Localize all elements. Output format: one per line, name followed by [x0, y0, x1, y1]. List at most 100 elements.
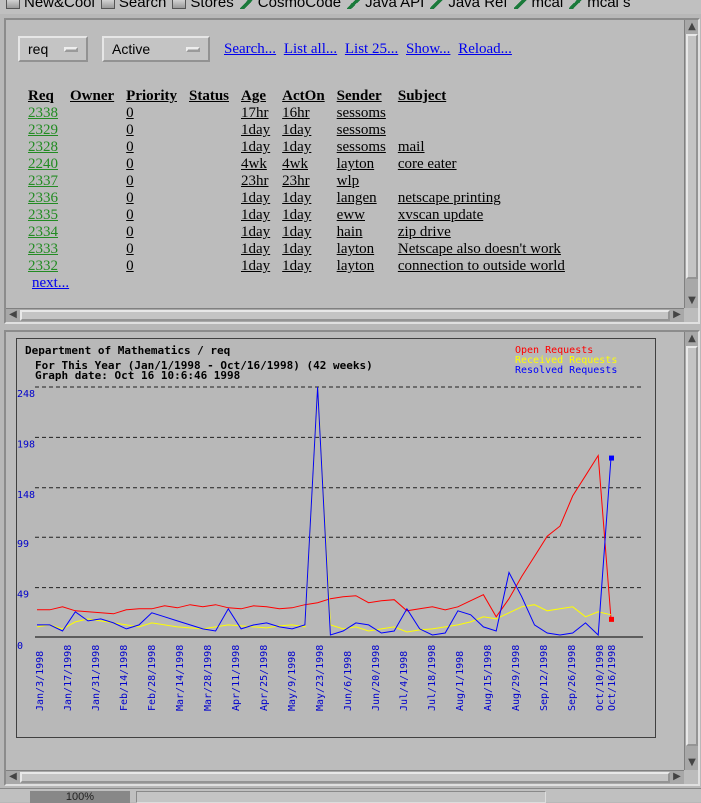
- vertical-scrollbar[interactable]: ▲ ▼: [684, 332, 698, 770]
- toolbar-item[interactable]: Java API: [347, 0, 424, 10]
- cell-req[interactable]: 2240: [28, 156, 70, 173]
- scroll-down-icon[interactable]: ▼: [686, 295, 698, 307]
- cell-subject[interactable]: zip drive: [398, 224, 577, 241]
- cell-req[interactable]: 2333: [28, 241, 70, 258]
- cell-subject[interactable]: netscape printing: [398, 190, 577, 207]
- toolbar-item[interactable]: Java Ref: [430, 0, 508, 10]
- cell-sender[interactable]: sessoms: [337, 139, 398, 156]
- navigator-icon[interactable]: [575, 790, 593, 802]
- cell-priority[interactable]: 0: [126, 258, 189, 275]
- cell-acton[interactable]: 16hr: [282, 105, 337, 122]
- scroll-left-icon[interactable]: ◀: [7, 771, 19, 783]
- col-sender-header[interactable]: Sender: [337, 88, 398, 105]
- cell-req[interactable]: 2332: [28, 258, 70, 275]
- toolbar-item[interactable]: Stores: [172, 0, 234, 10]
- scroll-thumb[interactable]: [20, 310, 670, 321]
- cell-priority[interactable]: 0: [126, 190, 189, 207]
- cell-age[interactable]: 1day: [241, 241, 282, 258]
- cell-sender[interactable]: layton: [337, 241, 398, 258]
- composer-icon[interactable]: [670, 790, 688, 802]
- cell-subject[interactable]: core eater: [398, 156, 577, 173]
- cell-acton[interactable]: 1day: [282, 207, 337, 224]
- mail-icon[interactable]: [605, 790, 623, 802]
- list-all-link[interactable]: List all...: [284, 41, 337, 57]
- cell-acton[interactable]: 1day: [282, 241, 337, 258]
- toolbar-item[interactable]: CosmoCode: [239, 0, 341, 10]
- cell-acton[interactable]: 1day: [282, 139, 337, 156]
- queue-select[interactable]: req: [18, 36, 88, 62]
- cell-sender[interactable]: sessoms: [337, 105, 398, 122]
- cell-sender[interactable]: hain: [337, 224, 398, 241]
- horizontal-scrollbar[interactable]: ◀ ▶: [6, 770, 684, 784]
- scroll-right-icon[interactable]: ▶: [671, 771, 683, 783]
- scroll-down-icon[interactable]: ▼: [686, 757, 698, 769]
- scroll-thumb[interactable]: [686, 346, 698, 746]
- cell-sender[interactable]: sessoms: [337, 122, 398, 139]
- next-page-link[interactable]: next...: [32, 275, 69, 292]
- toolbar-item[interactable]: Search: [100, 0, 166, 10]
- cell-acton[interactable]: 1day: [282, 190, 337, 207]
- cell-age[interactable]: 1day: [241, 224, 282, 241]
- cell-priority[interactable]: 0: [126, 122, 189, 139]
- cell-priority[interactable]: 0: [126, 105, 189, 122]
- show-link[interactable]: Show...: [406, 41, 450, 57]
- cell-age[interactable]: 4wk: [241, 156, 282, 173]
- col-acton-header[interactable]: ActOn: [282, 88, 337, 105]
- vertical-scrollbar[interactable]: ▲ ▼: [684, 20, 698, 308]
- cell-priority[interactable]: 0: [126, 241, 189, 258]
- cell-req[interactable]: 2336: [28, 190, 70, 207]
- cell-age[interactable]: 1day: [241, 139, 282, 156]
- cell-sender[interactable]: wlp: [337, 173, 398, 190]
- cell-subject[interactable]: mail: [398, 139, 577, 156]
- cell-priority[interactable]: 0: [126, 139, 189, 156]
- scroll-thumb[interactable]: [686, 34, 698, 279]
- list-25-link[interactable]: List 25...: [345, 41, 398, 57]
- cell-acton[interactable]: 23hr: [282, 173, 337, 190]
- cell-age[interactable]: 1day: [241, 190, 282, 207]
- toolbar-item[interactable]: mcal: [513, 0, 563, 10]
- cell-sender[interactable]: eww: [337, 207, 398, 224]
- cell-req[interactable]: 2338: [28, 105, 70, 122]
- cell-req[interactable]: 2337: [28, 173, 70, 190]
- cell-priority[interactable]: 0: [126, 173, 189, 190]
- col-req-header[interactable]: Req: [28, 88, 70, 105]
- cell-acton[interactable]: 1day: [282, 122, 337, 139]
- cell-subject[interactable]: Netscape also doesn't work: [398, 241, 577, 258]
- col-subject-header[interactable]: Subject: [398, 88, 577, 105]
- cell-priority[interactable]: 0: [126, 224, 189, 241]
- cell-acton[interactable]: 1day: [282, 258, 337, 275]
- cell-sender[interactable]: langen: [337, 190, 398, 207]
- toolbar-item[interactable]: mcal s: [569, 0, 631, 10]
- cell-req[interactable]: 2334: [28, 224, 70, 241]
- security-lock-icon[interactable]: [6, 790, 24, 802]
- scroll-up-icon[interactable]: ▲: [686, 333, 698, 345]
- cell-subject[interactable]: connection to outside world: [398, 258, 577, 275]
- cell-priority[interactable]: 0: [126, 156, 189, 173]
- scroll-thumb[interactable]: [20, 772, 670, 783]
- cell-age[interactable]: 1day: [241, 258, 282, 275]
- cell-age[interactable]: 17hr: [241, 105, 282, 122]
- col-status-header[interactable]: Status: [189, 88, 241, 105]
- discussion-icon[interactable]: [638, 790, 656, 802]
- state-select[interactable]: Active: [102, 36, 210, 62]
- cell-sender[interactable]: layton: [337, 156, 398, 173]
- cell-age[interactable]: 1day: [241, 207, 282, 224]
- horizontal-scrollbar[interactable]: ◀ ▶: [6, 308, 684, 322]
- scroll-up-icon[interactable]: ▲: [686, 21, 698, 33]
- col-age-header[interactable]: Age: [241, 88, 282, 105]
- scroll-right-icon[interactable]: ▶: [671, 309, 683, 321]
- col-owner-header[interactable]: Owner: [70, 88, 126, 105]
- cell-req[interactable]: 2335: [28, 207, 70, 224]
- cell-req[interactable]: 2329: [28, 122, 70, 139]
- reload-link[interactable]: Reload...: [458, 41, 512, 57]
- scroll-left-icon[interactable]: ◀: [7, 309, 19, 321]
- cell-subject[interactable]: xvscan update: [398, 207, 577, 224]
- cell-age[interactable]: 23hr: [241, 173, 282, 190]
- toolbar-item[interactable]: New&Cool: [6, 0, 95, 10]
- cell-acton[interactable]: 4wk: [282, 156, 337, 173]
- cell-age[interactable]: 1day: [241, 122, 282, 139]
- cell-priority[interactable]: 0: [126, 207, 189, 224]
- col-priority-header[interactable]: Priority: [126, 88, 189, 105]
- cell-sender[interactable]: layton: [337, 258, 398, 275]
- search-link[interactable]: Search...: [224, 41, 276, 57]
